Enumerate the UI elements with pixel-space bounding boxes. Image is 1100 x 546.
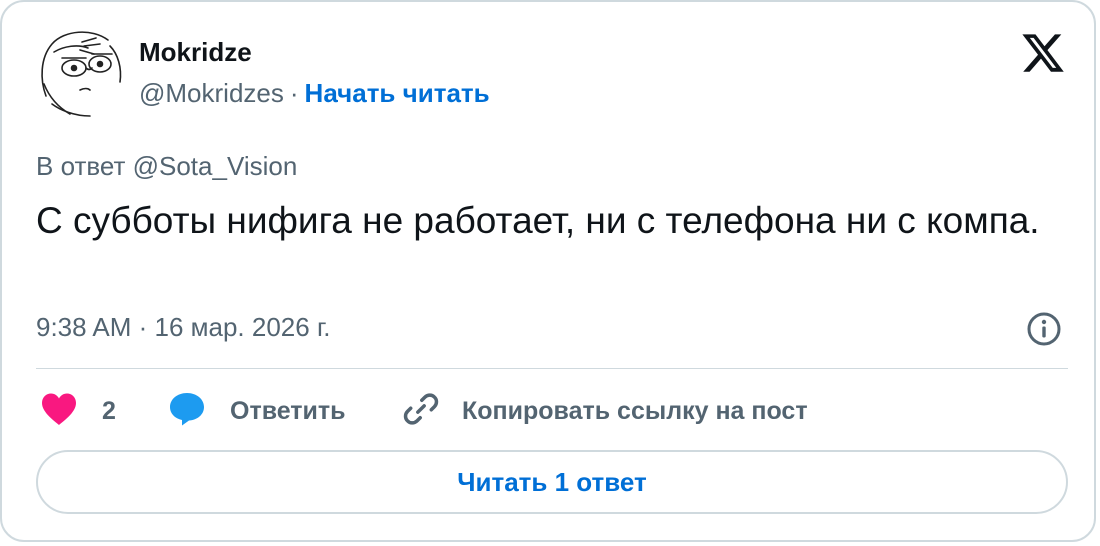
like-count: 2 [102,396,116,425]
tweet-embed-card: Mokridze @Mokridzes · Начать читать В отве… [0,0,1096,542]
divider [36,368,1068,369]
reply-button[interactable]: Ответить [168,390,346,432]
separator-dot: · [289,78,299,108]
author-name[interactable]: Mokridze [139,36,252,68]
author-handle[interactable]: @Mokridzes [139,78,284,108]
follow-link[interactable]: Начать читать [305,78,490,108]
reply-label: Ответить [230,396,346,425]
author-meta-row: @Mokridzes · Начать читать [139,76,490,110]
reply-to-label: В ответ @Sota_Vision [36,151,298,181]
speech-bubble-icon [168,391,206,432]
read-replies-label: Читать 1 ответ [457,466,647,497]
info-icon[interactable] [1026,311,1062,347]
x-logo-icon[interactable] [1020,30,1066,76]
copy-link-label: Копировать ссылку на пост [462,396,808,425]
like-button[interactable]: 2 [40,390,116,432]
copy-link-button[interactable]: Копировать ссылку на пост [402,390,808,432]
link-icon [402,390,440,433]
timestamp-link[interactable]: 9:38 AM · 16 мар. 2026 г. [36,310,330,344]
avatar[interactable] [34,24,130,120]
avatar-sketch-face-image [41,31,122,117]
heart-icon [40,392,78,431]
read-replies-button[interactable]: Читать 1 ответ [36,450,1068,514]
tweet-text: С субботы нифига не работает, ни с телеф… [36,200,1040,241]
